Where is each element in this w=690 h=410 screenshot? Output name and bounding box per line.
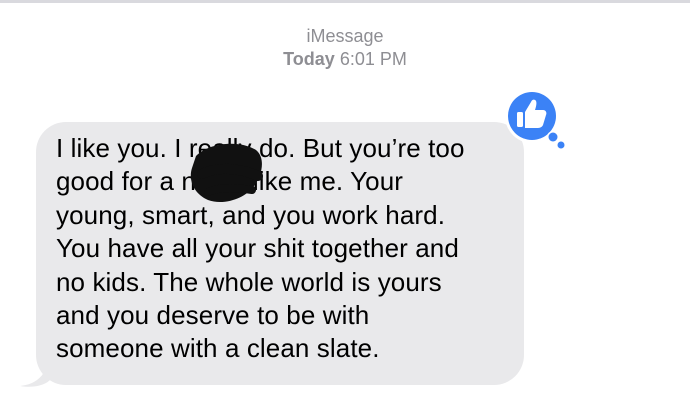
incoming-message-bubble[interactable]: I like you. I really do. But you’re too … (36, 122, 524, 385)
redaction-scribble (190, 143, 263, 203)
service-label: iMessage (306, 26, 384, 46)
top-divider (0, 0, 690, 3)
message-text: I like you. I really do. But you’re too … (56, 133, 465, 364)
timestamp-time: 6:01 PM (339, 49, 407, 69)
timestamp-day: Today (283, 49, 335, 69)
message-timestamp: Today 6:01 PM (0, 49, 690, 70)
tapback-reaction[interactable] (502, 88, 572, 152)
